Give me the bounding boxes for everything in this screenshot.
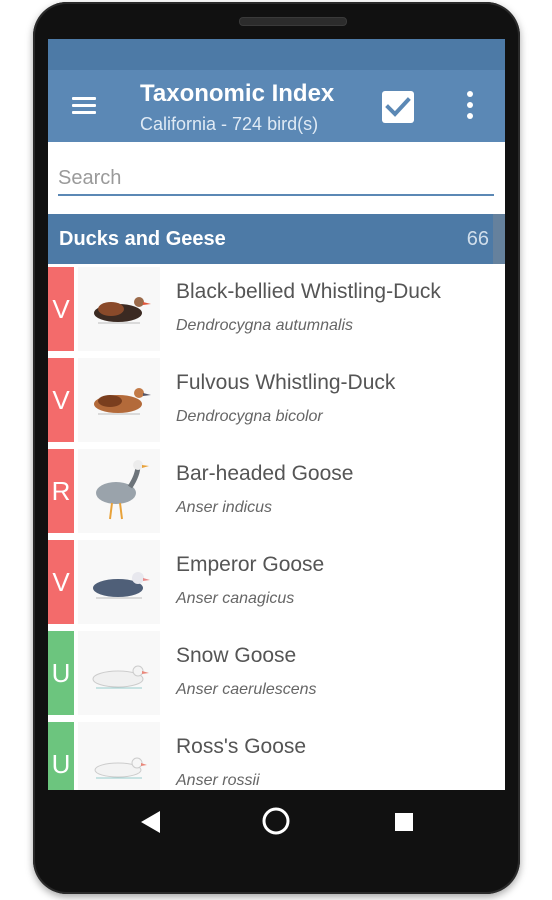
- list-item[interactable]: V Black-bellied Whistling-Duck Dendrocygna…: [48, 264, 505, 355]
- bird-illustration-icon: [78, 540, 160, 624]
- scientific-name: Anser indicus: [176, 499, 273, 516]
- home-circle-icon[interactable]: [261, 806, 291, 836]
- recent-apps-square-icon[interactable]: [394, 812, 414, 832]
- android-navigation-bar: [48, 790, 505, 854]
- common-name: Fulvous Whistling-Duck: [176, 371, 396, 394]
- bird-illustration-icon: [78, 722, 160, 790]
- list-item[interactable]: V Fulvous Whistling-Duck Dendrocygna bicol…: [48, 355, 505, 446]
- more-vertical-icon[interactable]: [458, 90, 482, 122]
- common-name: Black-bellied Whistling-Duck: [176, 280, 441, 303]
- bird-illustration-icon: [78, 267, 160, 351]
- common-name: Ross's Goose: [176, 735, 307, 758]
- bird-illustration-icon: [78, 449, 160, 533]
- bird-illustration-icon: [78, 631, 160, 715]
- scientific-name: Anser canagicus: [176, 590, 295, 607]
- common-name: Emperor Goose: [176, 553, 325, 576]
- status-badge: U: [48, 722, 74, 790]
- list-item[interactable]: V Emperor Goose Anser canagicus: [48, 537, 505, 628]
- list-item[interactable]: R Bar-headed Goose Anser indicus: [48, 446, 505, 537]
- phone-speaker: [239, 17, 347, 26]
- section-title: Ducks and Geese: [59, 228, 226, 250]
- page-subtitle: California - 724 bird(s): [140, 114, 319, 134]
- section-header[interactable]: Ducks and Geese 66: [48, 214, 505, 264]
- status-badge: V: [48, 267, 74, 351]
- bird-illustration-icon: [78, 358, 160, 442]
- app-bar: Taxonomic Index California - 724 bird(s): [48, 70, 505, 142]
- status-badge: V: [48, 540, 74, 624]
- hamburger-menu-icon[interactable]: [72, 95, 96, 115]
- list-item[interactable]: U Snow Goose Anser caerulescens: [48, 628, 505, 719]
- status-bar: [48, 39, 505, 70]
- app-screen: Taxonomic Index California - 724 bird(s)…: [48, 39, 505, 790]
- search-bar: [48, 142, 505, 214]
- scientific-name: Anser rossii: [176, 772, 260, 789]
- page-title: Taxonomic Index: [140, 80, 335, 107]
- back-triangle-icon[interactable]: [140, 810, 162, 834]
- status-badge: V: [48, 358, 74, 442]
- scientific-name: Dendrocygna autumnalis: [176, 317, 353, 334]
- status-badge: R: [48, 449, 74, 533]
- scientific-name: Anser caerulescens: [176, 681, 317, 698]
- list-item[interactable]: U Ross's Goose Anser rossii: [48, 719, 505, 790]
- scientific-name: Dendrocygna bicolor: [176, 408, 323, 425]
- section-count: 66: [466, 228, 489, 250]
- search-input[interactable]: [58, 162, 494, 196]
- bird-list: V Black-bellied Whistling-Duck Dendrocygna…: [48, 264, 505, 790]
- status-badge: U: [48, 631, 74, 715]
- checkbox-checked-icon[interactable]: [381, 90, 415, 124]
- common-name: Snow Goose: [176, 644, 297, 667]
- common-name: Bar-headed Goose: [176, 462, 354, 485]
